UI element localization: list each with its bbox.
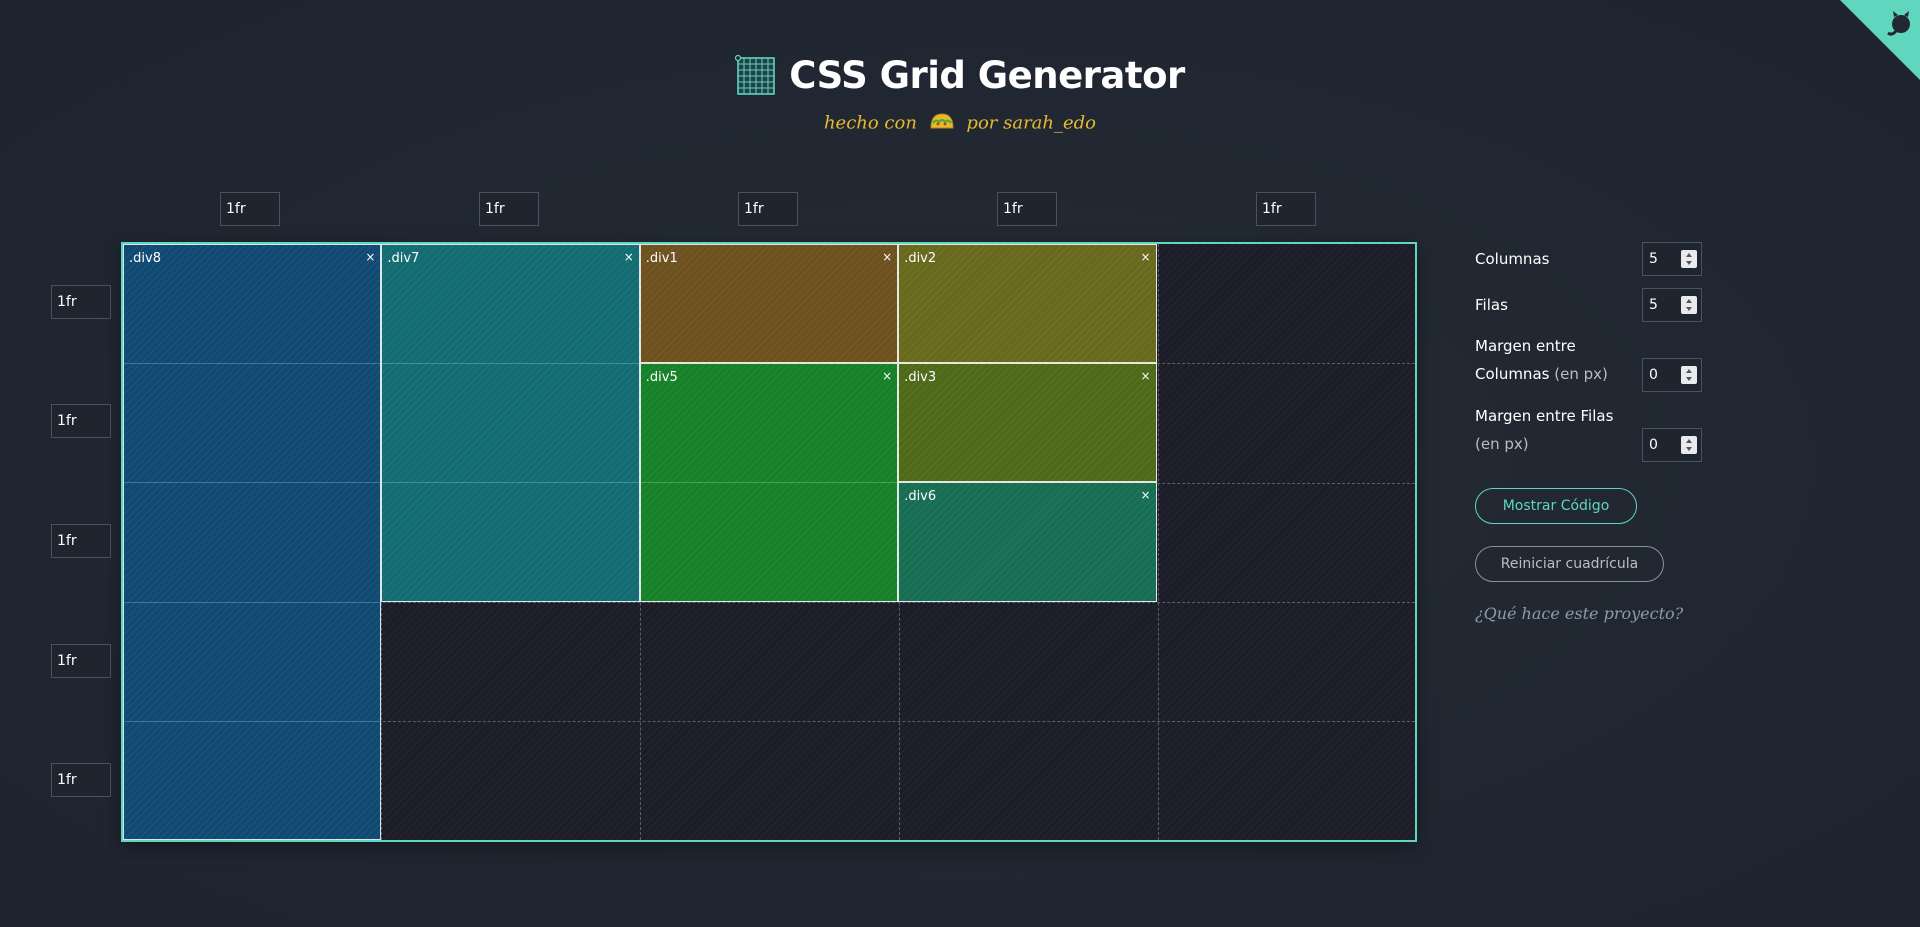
row-size-input-1[interactable]: 1fr (51, 285, 111, 319)
grid-item-div3[interactable]: .div3 × (898, 363, 1157, 483)
grid-column-line (1158, 244, 1159, 840)
column-size-input-4[interactable]: 1fr (997, 192, 1057, 226)
column-gap-label: Margen entre Columnas (en px) (1475, 332, 1608, 388)
about-project-link[interactable]: ¿Qué hace este proyecto? (1475, 604, 1683, 623)
close-icon[interactable]: × (1141, 250, 1151, 264)
grid-canvas[interactable]: .div8 × .div7 × .div1 × .div2 × .div5 × .div3 × .div… (121, 242, 1417, 842)
grid-item-row-line (124, 720, 381, 722)
grid-item-div1[interactable]: .div1 × (639, 244, 899, 364)
row-size-input-4[interactable]: 1fr (51, 644, 111, 678)
close-icon[interactable]: × (1141, 369, 1151, 383)
github-corner[interactable] (1840, 0, 1920, 80)
grid-item-div8[interactable]: .div8 × (123, 244, 382, 840)
grid-item-div6[interactable]: .div6 × (898, 482, 1157, 602)
close-icon[interactable]: × (882, 250, 892, 264)
close-icon[interactable]: × (882, 369, 892, 383)
column-gap-value: 0 (1649, 367, 1658, 383)
rows-stepper-icon[interactable] (1681, 296, 1697, 314)
title-row: CSS Grid Generator (735, 54, 1185, 97)
columns-label: Columnas (1475, 250, 1550, 268)
column-gap-label-line2: Columnas (en px) (1475, 360, 1608, 388)
column-gap-label-text: Columnas (1475, 365, 1550, 383)
row-gap-value: 0 (1649, 437, 1658, 453)
column-gap-number-input[interactable]: 0 (1642, 358, 1702, 392)
grid-item-label: .div1 (645, 251, 678, 266)
column-size-input-3[interactable]: 1fr (738, 192, 798, 226)
row-gap-label-line1: Margen entre Filas (1475, 407, 1614, 425)
grid-item-row-line (124, 601, 381, 603)
column-gap-unit: (en px) (1554, 365, 1608, 383)
page-header: CSS Grid Generator hecho con por sarah_e… (0, 54, 1920, 136)
page-title: CSS Grid Generator (789, 54, 1185, 97)
grid-item-label: .div6 (904, 489, 937, 505)
github-octocat-icon (1840, 0, 1920, 80)
grid-item-label: .div3 (904, 370, 937, 386)
grid-item-row-line (382, 363, 639, 365)
grid-item-row-line (640, 482, 898, 484)
row-gap-label: Margen entre Filas (en px) (1475, 402, 1613, 458)
row-gap-unit: (en px) (1475, 435, 1529, 453)
row-gap-number-input[interactable]: 0 (1642, 428, 1702, 462)
grid-item-row-line (124, 482, 381, 484)
reset-grid-button[interactable]: Reiniciar cuadrícula (1475, 546, 1664, 582)
column-gap-stepper-icon[interactable] (1681, 366, 1697, 384)
grid-item-div5[interactable]: .div5 × (639, 363, 899, 602)
rows-number-input[interactable]: 5 (1642, 288, 1702, 322)
row-size-input-5[interactable]: 1fr (51, 763, 111, 797)
subtitle-text-before: hecho con (823, 112, 917, 133)
column-size-input-5[interactable]: 1fr (1256, 192, 1316, 226)
subtitle: hecho con por sarah_edo (0, 111, 1920, 136)
columns-stepper-icon[interactable] (1681, 250, 1697, 268)
columns-number-input[interactable]: 5 (1642, 242, 1702, 276)
grid-item-label: .div2 (904, 251, 937, 266)
close-icon[interactable]: × (624, 250, 634, 264)
grid-item-label: .div5 (645, 370, 678, 386)
row-gap-stepper-icon[interactable] (1681, 436, 1697, 454)
grid-item-div7[interactable]: .div7 × (381, 244, 640, 602)
grid-item-div2[interactable]: .div2 × (898, 244, 1157, 364)
close-icon[interactable]: × (365, 250, 375, 264)
grid-item-row-line (382, 482, 639, 484)
rows-label: Filas (1475, 296, 1508, 314)
subtitle-text-after: por sarah_edo (966, 112, 1097, 133)
taco-icon (929, 111, 955, 136)
row-size-input-3[interactable]: 1fr (51, 524, 111, 558)
rows-value: 5 (1649, 297, 1658, 313)
row-size-input-2[interactable]: 1fr (51, 404, 111, 438)
columns-value: 5 (1649, 251, 1658, 267)
grid-item-label: .div8 (129, 251, 161, 266)
column-size-input-2[interactable]: 1fr (479, 192, 539, 226)
grid-item-row-line (124, 363, 381, 365)
grid-icon (735, 54, 777, 97)
close-icon[interactable]: × (1141, 488, 1151, 502)
grid-item-label: .div7 (387, 251, 420, 266)
column-size-input-1[interactable]: 1fr (220, 192, 280, 226)
column-gap-label-line1: Margen entre (1475, 337, 1576, 355)
show-code-button[interactable]: Mostrar Código (1475, 488, 1637, 524)
